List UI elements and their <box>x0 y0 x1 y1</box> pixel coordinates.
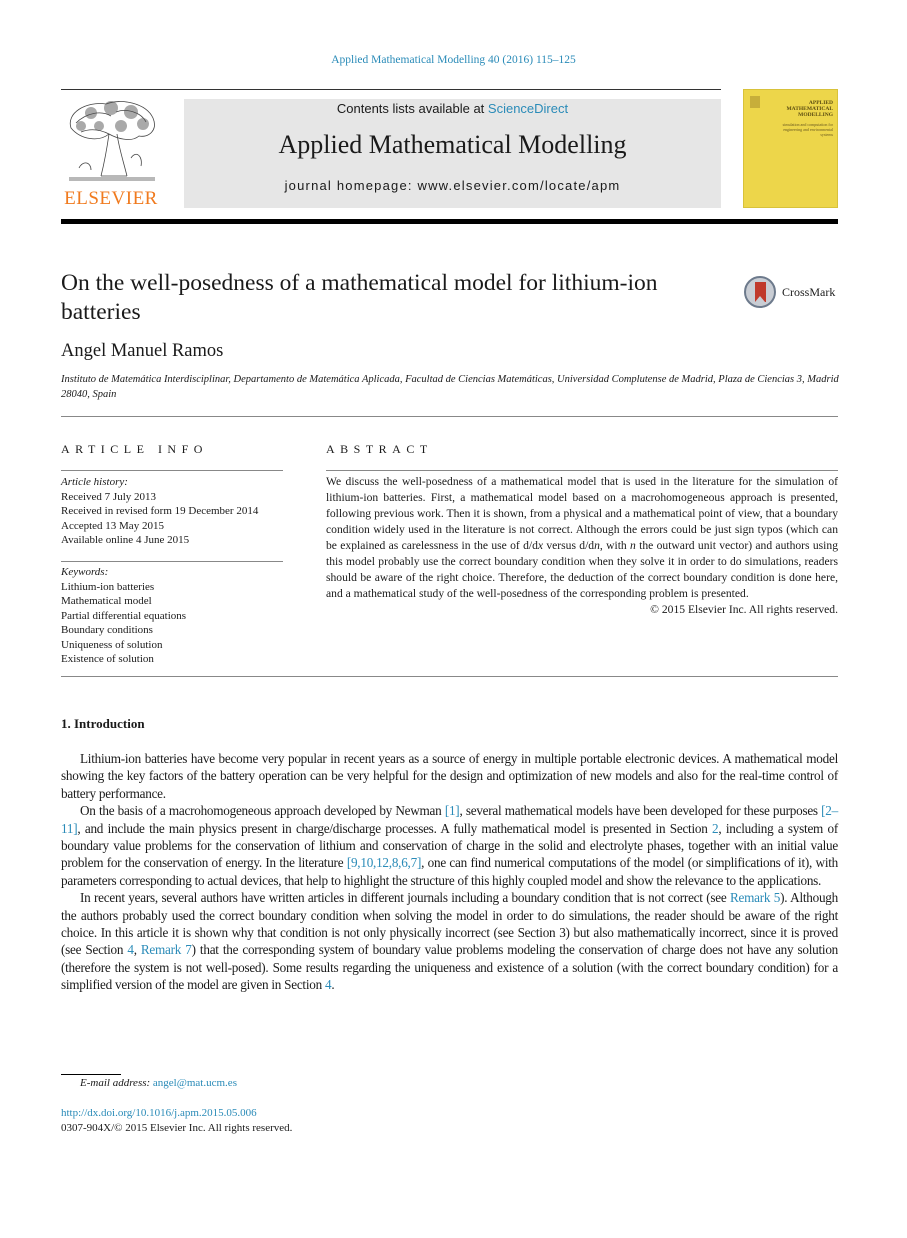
keyword-item: Uniqueness of solution <box>61 638 163 651</box>
reference-link[interactable]: [9,10,12,8,6,7] <box>347 855 422 870</box>
journal-masthead: Contents lists available at ScienceDirec… <box>184 99 721 208</box>
author-name: Angel Manuel Ramos <box>61 341 224 361</box>
crossmark-icon <box>744 276 776 308</box>
abstract-body: We discuss the well-posedness of a mathe… <box>326 474 838 618</box>
section-heading-introduction: 1. Introduction <box>61 716 145 731</box>
remark-link[interactable]: Remark 5 <box>730 890 780 905</box>
divider <box>326 470 838 471</box>
history-item: Received 7 July 2013 <box>61 490 157 503</box>
introduction-body: Lithium-ion batteries have become very p… <box>61 750 838 994</box>
abstract-copyright: © 2015 Elsevier Inc. All rights reserved… <box>650 603 838 616</box>
contents-prefix: Contents lists available at <box>336 101 488 116</box>
elsevier-tree-icon <box>69 101 155 181</box>
header-rule <box>61 89 721 90</box>
doi-link[interactable]: http://dx.doi.org/10.1016/j.apm.2015.05.… <box>61 1107 257 1119</box>
history-label: Article history: <box>61 476 128 488</box>
reference-link[interactable]: [1] <box>445 803 460 818</box>
article-title: On the well-posedness of a mathematical … <box>61 270 658 325</box>
article-history: Article history: Received 7 July 2013 Re… <box>61 475 301 548</box>
journal-reference-link[interactable]: Applied Mathematical Modelling 40 (2016)… <box>0 54 907 66</box>
keyword-item: Mathematical model <box>61 595 152 607</box>
elsevier-logo[interactable]: ELSEVIER <box>61 98 161 210</box>
elsevier-wordmark: ELSEVIER <box>64 188 158 209</box>
email-link[interactable]: angel@mat.ucm.es <box>153 1077 237 1089</box>
cover-subtitle: simulation and computation for engineeri… <box>782 122 833 137</box>
crossmark-button[interactable]: CrossMark <box>744 276 844 312</box>
header-thick-rule <box>61 219 838 224</box>
keyword-item: Partial differential equations <box>61 609 187 622</box>
email-label: E-mail address: <box>80 1077 153 1089</box>
paragraph: Lithium-ion batteries have become very p… <box>61 751 838 801</box>
cover-publisher-icon <box>750 96 760 108</box>
keywords-list: Keywords: Lithium-ion batteries Mathemat… <box>61 565 301 667</box>
abstract-paragraph: We discuss the well-posedness of a mathe… <box>326 475 838 600</box>
journal-homepage-link[interactable]: journal homepage: www.elsevier.com/locat… <box>184 178 721 193</box>
divider <box>61 561 283 562</box>
journal-title: Applied Mathematical Modelling <box>278 130 627 159</box>
contents-line: Contents lists available at ScienceDirec… <box>184 101 721 116</box>
remark-link[interactable]: Remark 7 <box>141 942 192 957</box>
keyword-item: Lithium-ion batteries <box>61 580 155 593</box>
article-info-heading: ARTICLE INFO <box>61 442 208 456</box>
footnote-email: E-mail address: angel@mat.ucm.es <box>80 1077 237 1089</box>
keywords-label: Keywords: <box>61 566 109 578</box>
cover-title: APPLIED MATHEMATICAL MODELLING <box>786 100 833 118</box>
crossmark-label: CrossMark <box>782 285 836 299</box>
divider <box>61 470 283 471</box>
history-item: Received in revised form 19 December 201… <box>61 505 259 517</box>
abstract-heading: ABSTRACT <box>326 442 433 456</box>
sciencedirect-link[interactable]: ScienceDirect <box>488 101 568 116</box>
paragraph: On the basis of a macrohomogeneous appro… <box>61 803 838 888</box>
divider <box>61 416 838 417</box>
author-affiliation: Instituto de Matemática Interdisciplinar… <box>61 374 839 400</box>
footnote-rule <box>61 1074 121 1075</box>
issn-copyright: 0307-904X/© 2015 Elsevier Inc. All right… <box>61 1122 293 1134</box>
keyword-item: Existence of solution <box>61 653 154 665</box>
history-item: Available online 4 June 2015 <box>61 534 190 546</box>
paragraph: In recent years, several authors have wr… <box>61 890 839 993</box>
history-item: Accepted 13 May 2015 <box>61 519 164 532</box>
journal-cover-thumbnail[interactable]: APPLIED MATHEMATICAL MODELLING simulatio… <box>743 89 838 208</box>
keyword-item: Boundary conditions <box>61 624 153 636</box>
divider <box>61 676 838 677</box>
